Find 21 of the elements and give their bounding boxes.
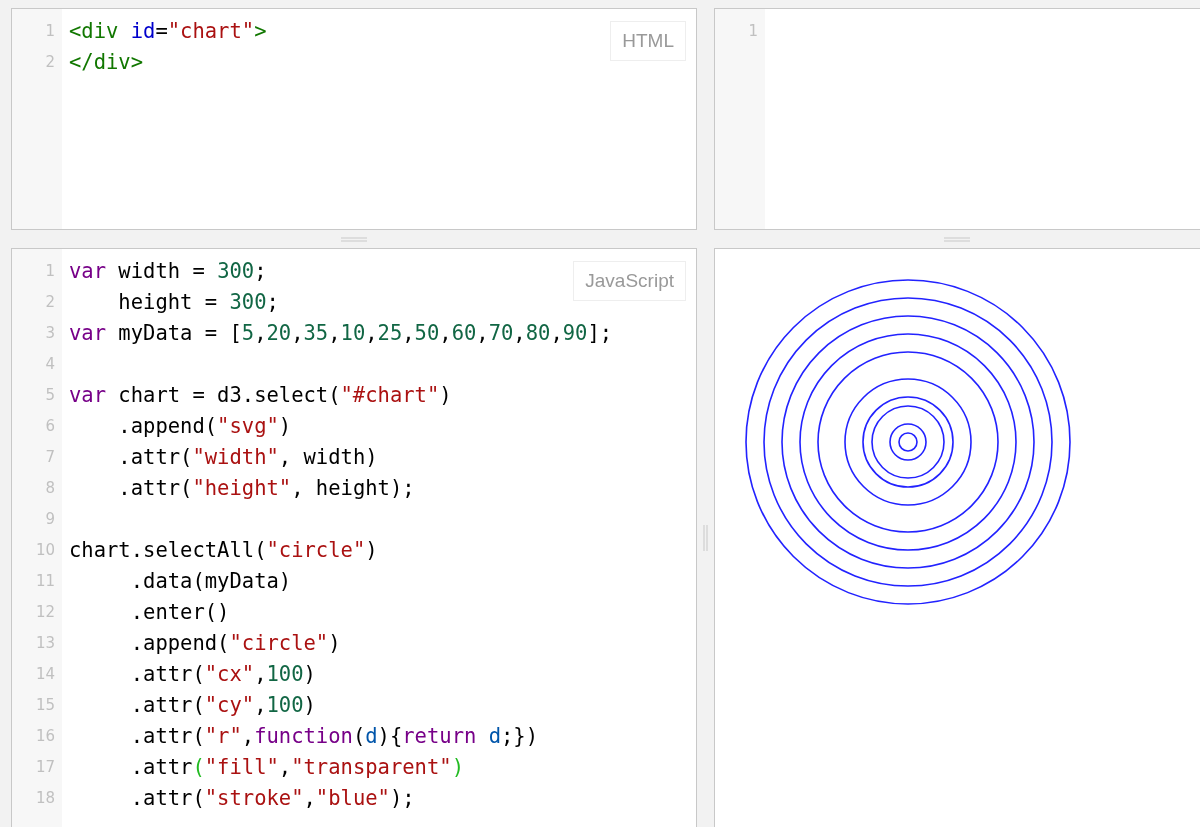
code-line: .attr("width", width) (117, 444, 378, 471)
code-editor[interactable] (11, 248, 697, 827)
code-line: var myData = [5,20,35,10,25,50,60,70,80,90]; (69, 320, 613, 347)
code-line: .attr("fill","transparent") (129, 754, 464, 781)
code-line: .enter() (129, 599, 230, 626)
code-line: .attr("cx",100) (129, 661, 316, 688)
code-line: chart.selectAll("circle") (69, 537, 378, 564)
code-line: height = 300; (117, 289, 279, 316)
code-line: .attr("stroke","blue"); (129, 785, 415, 812)
code-line: .append("circle") (129, 630, 341, 657)
code-line: </div> (69, 49, 144, 76)
code-line: <div id="chart"> (69, 18, 267, 45)
code-line: var chart = d3.select("#chart") (69, 382, 452, 409)
language-label: JavaScript (573, 261, 686, 301)
code-line: var width = 300; (69, 258, 267, 285)
code-line: .append("svg") (117, 413, 292, 440)
code-line: .attr("r",function(d){return d;}) (129, 723, 539, 750)
code-line: .attr("cy",100) (129, 692, 316, 719)
code-line: .data(myData) (129, 568, 292, 595)
code-line: .attr("height", height); (117, 475, 415, 502)
language-label: HTML (610, 21, 686, 61)
